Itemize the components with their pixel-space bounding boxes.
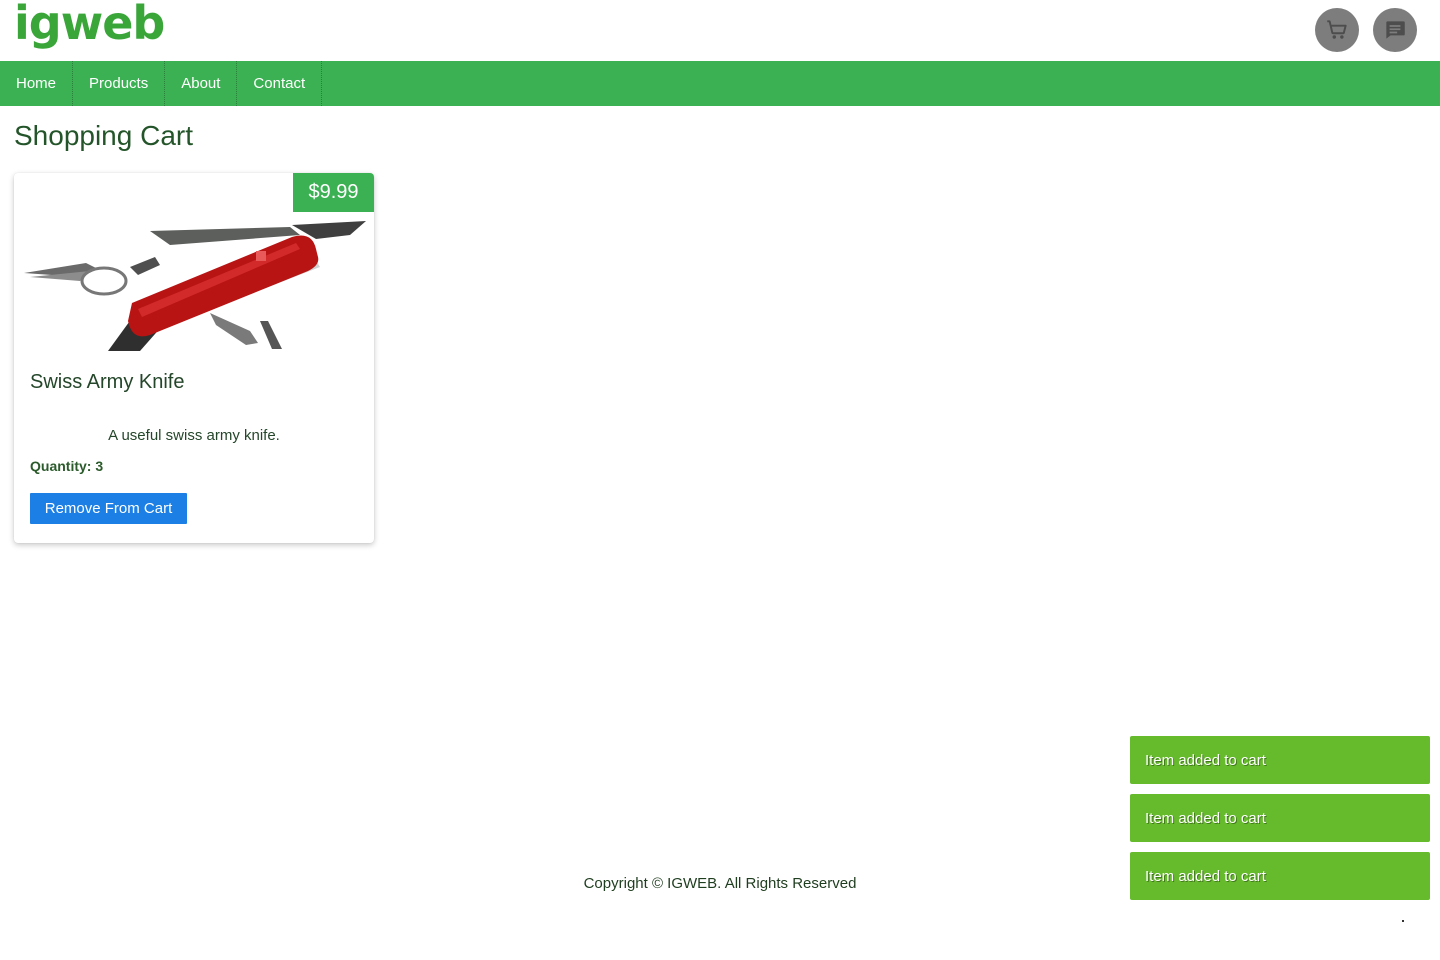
page-title: Shopping Cart (14, 120, 194, 151)
quantity-label: Quantity: 3 (30, 458, 104, 474)
toast-notification[interactable]: Item added to cart (1130, 852, 1430, 900)
site-logo[interactable]: igweb (14, 0, 165, 50)
price-badge: $9.99 (293, 173, 374, 212)
toast-notification[interactable]: Item added to cart (1130, 736, 1430, 784)
product-description: A useful swiss army knife. (108, 427, 280, 444)
nav-contact[interactable]: Contact (237, 61, 323, 106)
nav-about[interactable]: About (165, 61, 238, 106)
site-header: igweb (0, 0, 1440, 61)
chat-button[interactable] (1373, 8, 1417, 52)
cart-button[interactable] (1315, 8, 1359, 52)
cart-icon (1327, 20, 1347, 39)
toast-notification[interactable]: Item added to cart (1130, 794, 1430, 842)
cart-item-card: $9.99 Swiss Army Knife A useful swiss ar… (14, 173, 374, 543)
product-name: Swiss Army Knife (30, 371, 185, 393)
chat-icon (1386, 21, 1405, 39)
dot-mark (1402, 920, 1404, 922)
nav-home[interactable]: Home (0, 61, 74, 106)
nav-products[interactable]: Products (73, 61, 166, 106)
product-image[interactable] (20, 221, 368, 353)
main-nav: Home Products About Contact (0, 61, 1440, 106)
remove-from-cart-button[interactable]: Remove From Cart (30, 493, 187, 524)
